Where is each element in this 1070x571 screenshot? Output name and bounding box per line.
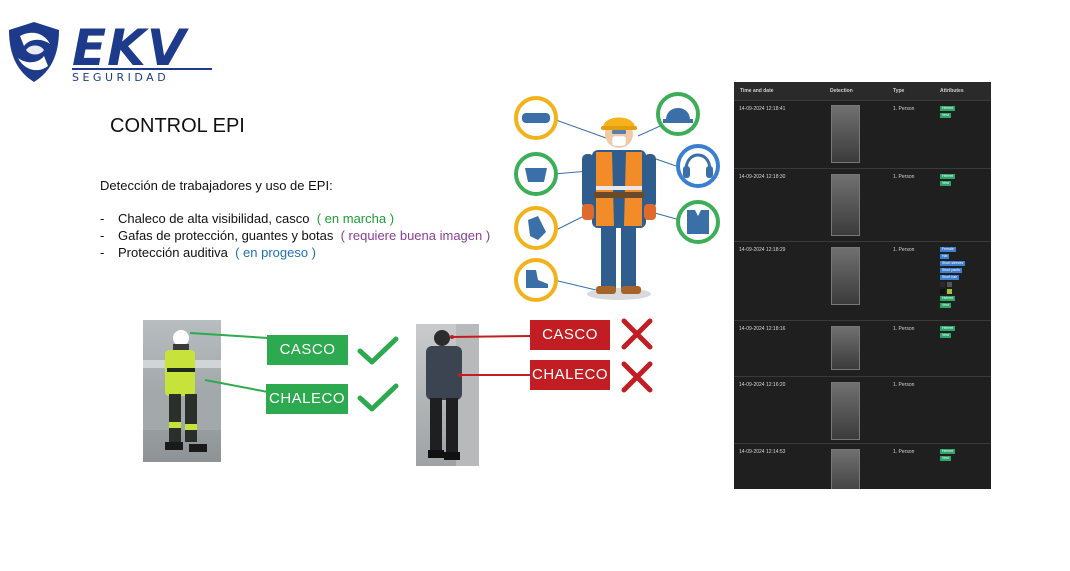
cross-icon [621, 361, 653, 393]
list-item: - Protección auditiva ( en progeso ) [100, 245, 317, 260]
attribute-list: Helmet Vest [940, 106, 956, 120]
attribute-badge: Helmet [940, 296, 956, 301]
attribute-list: Helmet Vest [940, 449, 956, 463]
attribute-badge: Short sleeves [940, 261, 966, 266]
detection-thumbnail[interactable] [831, 382, 860, 440]
check-icon [357, 383, 399, 412]
attribute-badge: Vest [940, 333, 951, 338]
worker-photo-compliant [143, 320, 221, 462]
detection-table: Time and date Detection Type Attributes … [734, 82, 991, 489]
ear-muffs-icon [676, 144, 720, 188]
goggles-icon [514, 96, 558, 140]
attribute-badge: Female [940, 247, 956, 252]
attribute-badge: Short pants [940, 268, 962, 273]
column-header: Detection [830, 88, 853, 94]
attribute-badge: Vest [940, 303, 951, 308]
detection-thumbnail[interactable] [831, 174, 860, 236]
table-row[interactable]: 14-09-2024 12:18:30 1. Person Helmet Ves… [734, 169, 991, 242]
attribute-badge: Hat [940, 254, 950, 259]
table-row[interactable]: 14-09-2024 12:18:41 1. Person Helmet Ves… [734, 101, 991, 169]
table-row[interactable]: 14-09-2024 12:16:20 1. Person [734, 377, 991, 444]
table-row[interactable]: 14-09-2024 12:18:16 1. Person Helmet Ves… [734, 321, 991, 377]
attribute-badge: Vest [940, 181, 951, 186]
status-badge: ( en progeso ) [235, 245, 317, 260]
face-mask-icon [514, 152, 558, 196]
detection-thumbnail[interactable] [831, 449, 860, 489]
color-swatches [940, 289, 965, 294]
brand-name: EKV [72, 19, 187, 77]
color-swatches [940, 282, 965, 287]
attribute-list: Helmet Vest [940, 326, 956, 340]
brand-tagline: SEGURIDAD [72, 68, 212, 84]
worker-photo-noncompliant [416, 324, 479, 466]
shield-logo-icon [9, 22, 59, 82]
status-badge: ( en marcha ) [316, 211, 395, 226]
cross-icon [621, 318, 653, 350]
feature-list: - Chaleco de alta visibilidad, casco ( en… [100, 210, 490, 261]
vest-detected-label: CHALECO [266, 384, 348, 414]
detection-thumbnail[interactable] [831, 247, 860, 305]
column-header: Type [893, 88, 905, 94]
attribute-badge: Helmet [940, 326, 956, 331]
status-badge: ( requiere buena imagen ) [340, 228, 491, 243]
table-header: Time and date Detection Type Attributes [734, 82, 991, 101]
list-item: - Chaleco de alta visibilidad, casco ( en… [100, 211, 395, 226]
attribute-badge: Vest [940, 113, 951, 118]
gloves-icon [514, 206, 558, 250]
detection-thumbnail[interactable] [831, 105, 860, 163]
safety-boots-icon [514, 258, 558, 302]
attribute-badge: Helmet [940, 106, 956, 111]
attribute-badge: Helmet [940, 174, 956, 179]
helmet-missing-label: CASCO [530, 320, 610, 350]
attribute-badge: Short hair [940, 275, 960, 280]
list-item: - Gafas de protección, guantes y botas ( … [100, 228, 491, 243]
hard-hat-icon [656, 92, 700, 136]
check-icon [357, 336, 399, 365]
ppe-worker-illustration [514, 92, 720, 302]
intro-text: Detección de trabajadores y uso de EPI: [100, 178, 333, 193]
column-header: Attributes [940, 88, 964, 94]
page-title: CONTROL EPI [110, 115, 245, 137]
attribute-list: Helmet Vest [940, 174, 956, 188]
attribute-list: Female Hat Short sleeves Short pants Sho… [940, 247, 966, 310]
ekv-logo: EKV SEGURIDAD [6, 20, 216, 86]
helmet-detected-label: CASCO [267, 335, 348, 365]
vest-missing-label: CHALECO [530, 360, 610, 390]
safety-vest-icon [676, 200, 720, 244]
table-row[interactable]: 14-09-2024 12:18:29 1. Person Female Hat… [734, 242, 991, 321]
attribute-badge: Helmet [940, 449, 956, 454]
column-header: Time and date [740, 88, 774, 94]
table-row[interactable]: 14-09-2024 12:14:53 1. Person Helmet Ves… [734, 444, 991, 489]
detection-thumbnail[interactable] [831, 326, 860, 370]
attribute-badge: Vest [940, 456, 951, 461]
